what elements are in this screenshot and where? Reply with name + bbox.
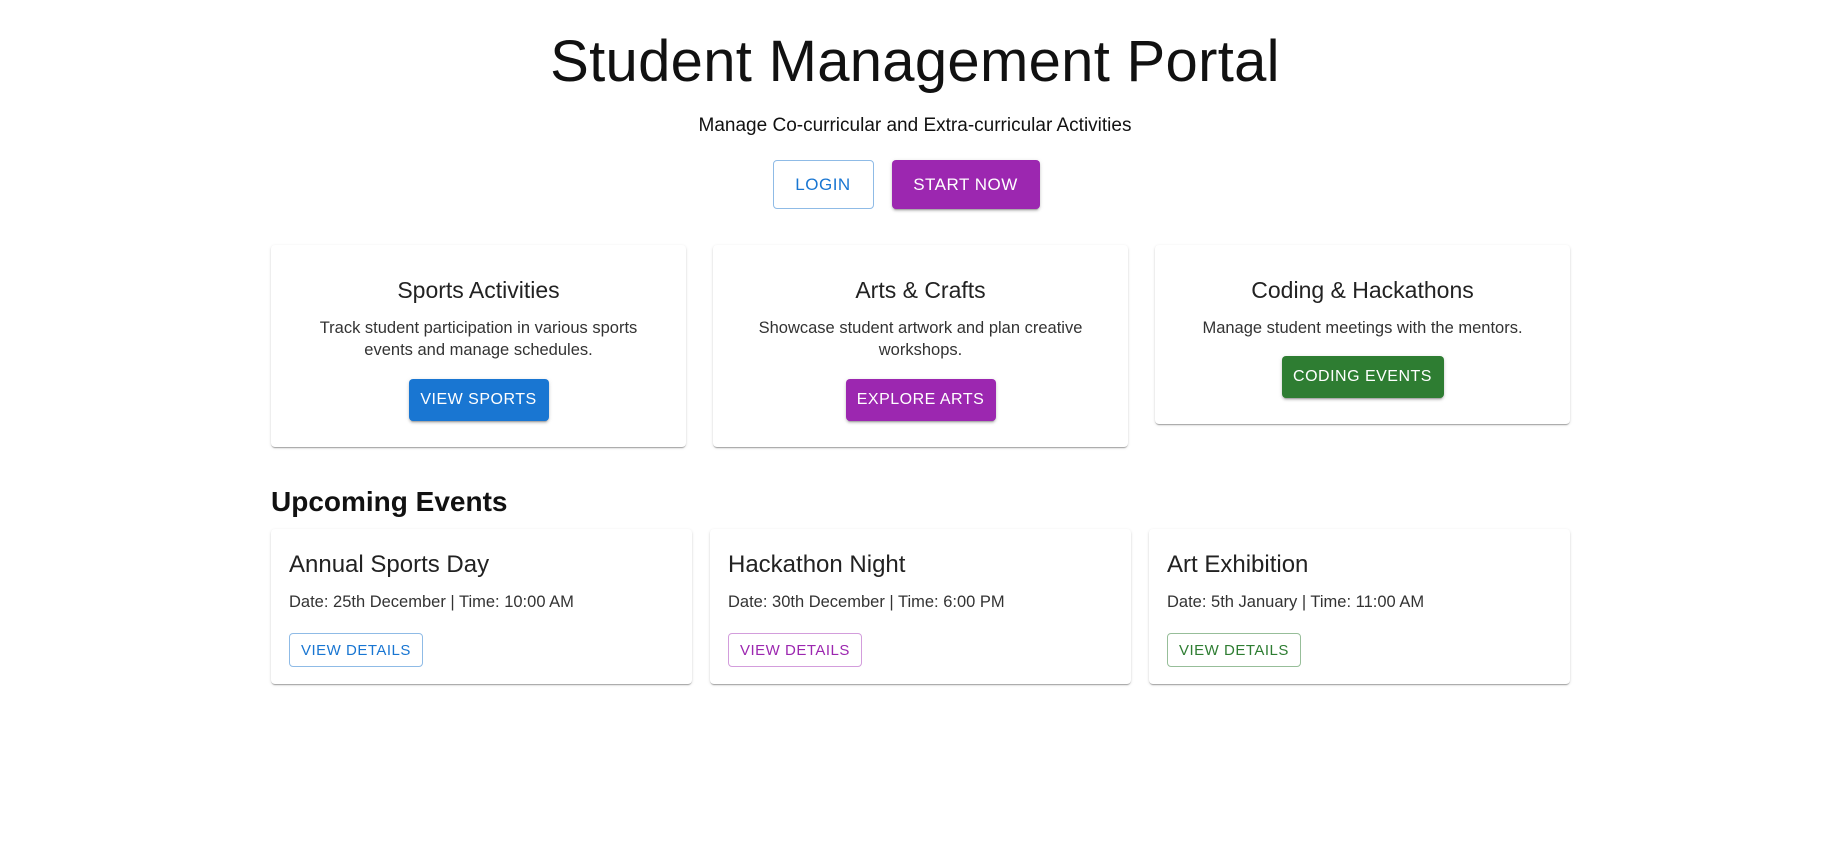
event-date-time: Date: 5th January | Time: 11:00 AM [1167,593,1425,611]
page-title: Student Management Portal [550,29,1280,94]
view-sports-button[interactable]: VIEW SPORTS [408,379,549,421]
coding-events-button[interactable]: CODING EVENTS [1281,356,1444,398]
feature-card-coding: Coding & Hackathons Manage student meeti… [1155,245,1570,424]
event-card-hackathon: Hackathon Night Date: 30th December | Ti… [710,529,1131,684]
event-card-sports-day: Annual Sports Day Date: 25th December | … [271,529,692,684]
event-title: Annual Sports Day [289,551,490,578]
feature-title: Sports Activities [397,277,560,303]
page-subtitle: Manage Co-curricular and Extra-curricula… [698,115,1132,136]
login-button[interactable]: LOGIN [772,160,874,209]
event-date-time: Date: 25th December | Time: 10:00 AM [289,593,574,611]
upcoming-events-heading: Upcoming Events [271,486,508,517]
event-card-art-exhibition: Art Exhibition Date: 5th January | Time:… [1149,529,1570,684]
feature-card-sports: Sports Activities Track student particip… [271,245,686,447]
event-title: Art Exhibition [1167,551,1309,578]
explore-arts-button[interactable]: EXPLORE ARTS [845,379,996,421]
feature-description: Showcase student artwork and plan creati… [758,319,1083,359]
feature-card-arts: Arts & Crafts Showcase student artwork a… [713,245,1128,447]
feature-title: Arts & Crafts [855,277,986,303]
hero-actions: LOGIN START NOW [0,160,1830,209]
event-title: Hackathon Night [728,551,906,578]
view-details-button[interactable]: VIEW DETAILS [728,633,862,667]
view-details-button[interactable]: VIEW DETAILS [289,633,423,667]
feature-description: Track student participation in various s… [319,319,638,359]
feature-description: Manage student meetings with the mentors… [1202,319,1523,337]
event-date-time: Date: 30th December | Time: 6:00 PM [728,593,1005,611]
start-now-button[interactable]: START NOW [891,160,1040,209]
feature-title: Coding & Hackathons [1251,277,1474,303]
view-details-button[interactable]: VIEW DETAILS [1167,633,1301,667]
